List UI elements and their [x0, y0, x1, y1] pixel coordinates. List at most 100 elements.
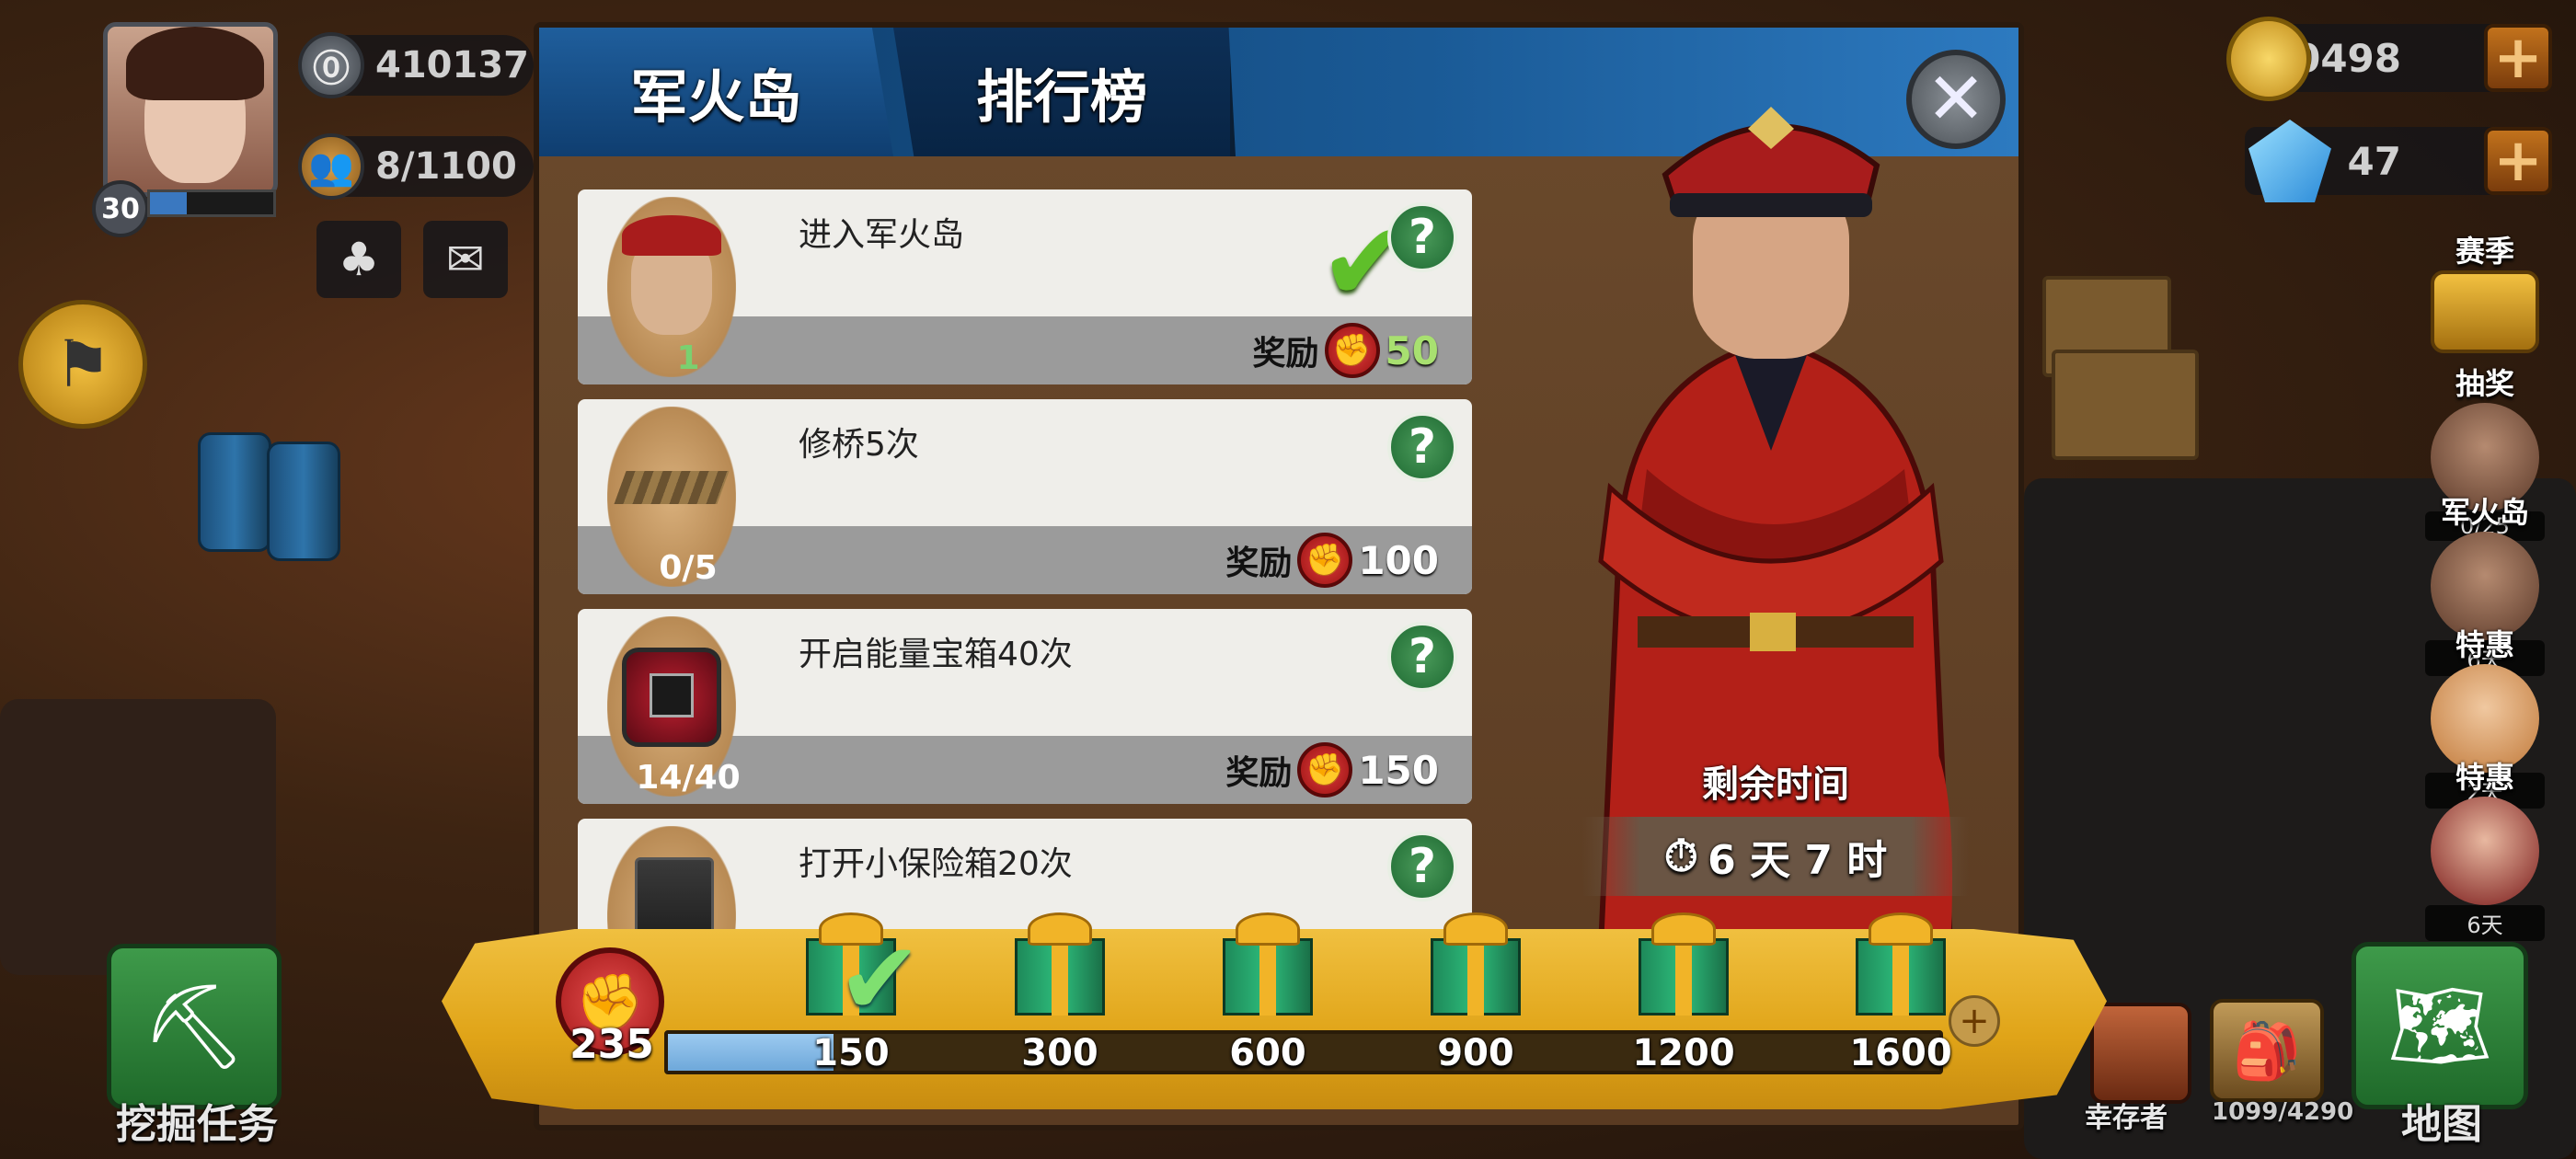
quest-reward: 奖励 ✊ 150: [1225, 741, 1439, 798]
quest-title: 修桥5次: [799, 426, 919, 464]
milestone-value: 1200: [1632, 1032, 1735, 1074]
signpost-button[interactable]: ⚑: [18, 300, 147, 429]
offer-portrait-icon: [2431, 797, 2539, 905]
gift-box-button[interactable]: [1009, 912, 1110, 1016]
sidebar-label: 军火岛: [2440, 495, 2529, 530]
signpost-icon: ⚑: [53, 327, 112, 402]
player-xp-bar: [147, 189, 276, 217]
milestone-value: 1600: [1849, 1032, 1952, 1074]
map-label: 地图: [2401, 1101, 2482, 1148]
reward-value: 50: [1385, 327, 1439, 373]
question-icon: ?: [1408, 629, 1437, 684]
timer-value: 6 天 7 时: [1708, 837, 1888, 884]
remaining-time: 剩余时间 ⏱ 6 天 7 时: [1582, 754, 1969, 896]
gift-box-button[interactable]: [1850, 912, 1951, 1016]
claimed-check-icon: ✔: [837, 920, 923, 1038]
background-barrel: [267, 442, 340, 561]
survivors-count: 1099/4290: [2212, 1098, 2354, 1126]
fist-token-icon: ✊: [1297, 742, 1353, 798]
gift-box-button[interactable]: [1633, 912, 1734, 1016]
help-button[interactable]: ?: [1387, 832, 1457, 901]
reward-label: 奖励: [1225, 754, 1293, 792]
power-display: ⓪ 410137: [298, 32, 534, 98]
help-button[interactable]: ?: [1387, 412, 1457, 482]
reward-label: 奖励: [1225, 545, 1293, 582]
add-gems-button[interactable]: +: [2484, 127, 2552, 195]
gift-box-button[interactable]: [1425, 912, 1526, 1016]
population-icon: 👥: [298, 133, 364, 200]
fist-token-icon: ✊: [1297, 533, 1353, 588]
special-offer-button-2[interactable]: 特惠 6天: [2425, 754, 2545, 941]
plus-icon: +: [2493, 24, 2543, 92]
quest-item[interactable]: 0/5 修桥5次 ? 奖励 ✊ 100: [578, 399, 1472, 594]
sidebar-label: 抽奖: [2455, 366, 2514, 401]
map-icon: 🗺: [2386, 977, 2493, 1074]
season-button[interactable]: 赛季: [2425, 228, 2545, 353]
plus-icon: +: [2493, 127, 2543, 195]
player-avatar[interactable]: [103, 22, 278, 197]
points-value: 235: [569, 1021, 654, 1068]
quest-title: 开启能量宝箱40次: [799, 636, 1073, 673]
survivors-label: 幸存者: [2085, 1102, 2168, 1134]
mail-button[interactable]: ✉: [423, 221, 508, 298]
survivors-button[interactable]: [2090, 1003, 2191, 1104]
quest-reward: 奖励 ✊ 100: [1225, 532, 1439, 589]
dig-task-button[interactable]: ⛏: [107, 944, 282, 1109]
power-icon: ⓪: [298, 32, 364, 98]
quest-progress: 1: [676, 339, 700, 377]
quest-item[interactable]: 14/40 开启能量宝箱40次 ? 奖励 ✊ 150: [578, 609, 1472, 804]
backpack-button[interactable]: 🎒: [2210, 999, 2324, 1102]
milestone-value: 600: [1229, 1032, 1306, 1074]
player-level: 30: [101, 192, 140, 225]
quest-reward: 奖励 ✊ 50: [1253, 322, 1439, 379]
question-icon: ?: [1408, 210, 1437, 265]
gift-box-button[interactable]: ✔: [800, 912, 922, 1038]
tree-button[interactable]: ♣: [316, 221, 401, 298]
small-safe-icon: [607, 826, 736, 938]
mail-icon: ✉: [446, 233, 485, 286]
population-value: 8/1100: [375, 145, 517, 188]
quest-item[interactable]: 1 进入军火岛 ✔ ? 奖励 ✊ 50: [578, 189, 1472, 384]
gems-value: 47: [2347, 138, 2401, 184]
milestone-value: 900: [1437, 1032, 1514, 1074]
reward-value: 100: [1358, 537, 1439, 583]
help-button[interactable]: ?: [1387, 622, 1457, 692]
help-button[interactable]: ?: [1387, 202, 1457, 272]
map-button[interactable]: 🗺: [2352, 942, 2528, 1109]
background-barrel: [198, 432, 271, 552]
tab-label: 军火岛: [630, 63, 802, 131]
fist-token-icon: ✊: [1324, 323, 1380, 378]
tab-arms-island[interactable]: 军火岛: [539, 28, 893, 156]
power-value: 410137: [375, 44, 529, 86]
stopwatch-icon: ⏱: [1663, 830, 1699, 882]
quest-progress: 14/40: [636, 759, 741, 797]
milestone-value: 150: [812, 1032, 890, 1074]
quest-title: 打开小保险箱20次: [799, 845, 1073, 883]
milestone-value: 300: [1021, 1032, 1098, 1074]
tab-label: 排行榜: [975, 63, 1147, 131]
tree-icon: ♣: [338, 233, 380, 286]
sidebar-label: 赛季: [2455, 234, 2514, 269]
background-rock: [0, 699, 276, 975]
reward-value: 150: [1358, 747, 1439, 793]
add-gold-button[interactable]: +: [2484, 24, 2552, 92]
reward-label: 奖励: [1252, 335, 1319, 373]
quest-title: 进入军火岛: [799, 216, 965, 254]
sidebar-label: 特惠: [2455, 760, 2514, 795]
sidebar-label: 特惠: [2455, 627, 2514, 662]
timer-value-box: ⏱ 6 天 7 时: [1582, 817, 1969, 896]
question-icon: ?: [1408, 419, 1437, 475]
season-icon: [2431, 270, 2539, 353]
tab-leaderboard[interactable]: 排行榜: [893, 28, 1236, 156]
quest-progress: 0/5: [659, 549, 718, 587]
population-display: 👥 8/1100: [298, 133, 534, 200]
gift-box-button[interactable]: [1217, 912, 1318, 1016]
shovel-sack-icon: ⛏: [141, 978, 247, 1075]
sidebar-caption: 6天: [2425, 905, 2545, 941]
backpack-icon: 🎒: [2232, 1018, 2302, 1084]
gold-coin-icon: [2226, 17, 2311, 101]
background-crate: [2052, 350, 2199, 460]
player-level-badge: 30: [92, 180, 149, 237]
dig-task-label: 挖掘任务: [116, 1101, 278, 1148]
question-icon: ?: [1408, 839, 1437, 894]
